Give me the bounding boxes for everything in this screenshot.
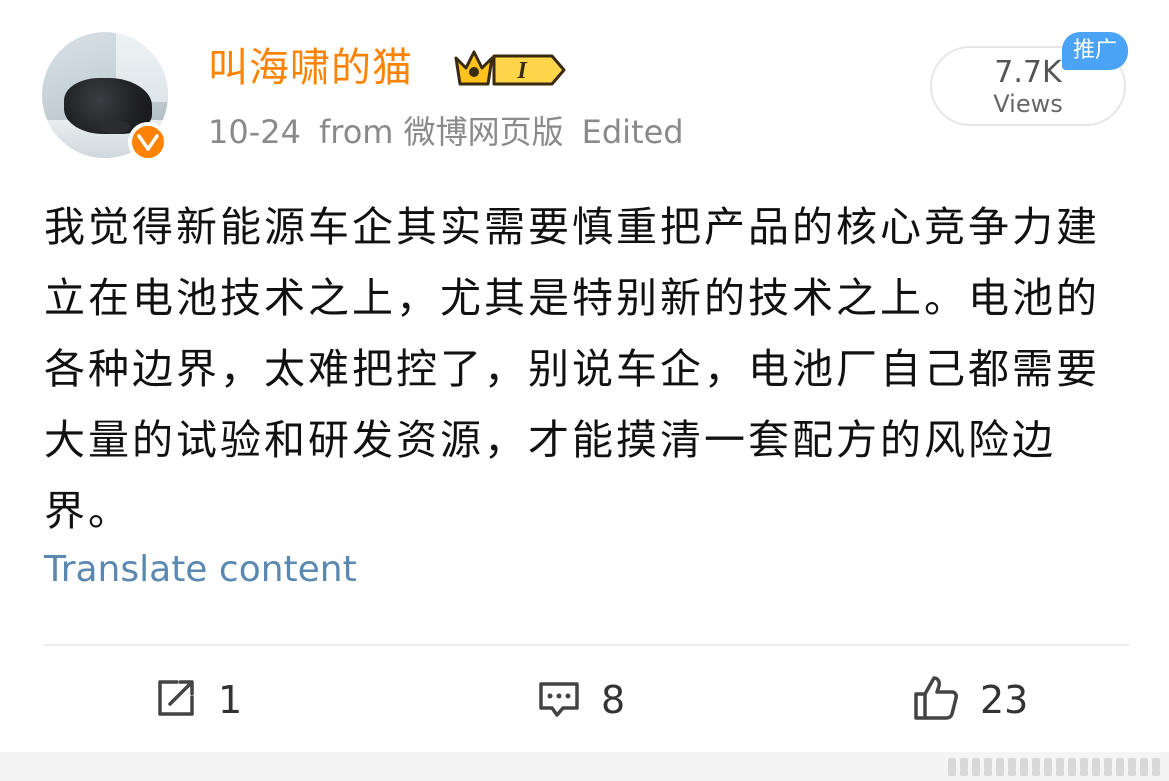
post-source: from 微博网页版 (318, 113, 564, 151)
username[interactable]: 叫海啸的猫 (208, 44, 413, 92)
views-label: Views (993, 90, 1063, 118)
comment-count: 8 (601, 678, 626, 722)
edited-label[interactable]: Edited (582, 113, 684, 151)
divider (44, 644, 1129, 646)
like-button[interactable]: 23 (912, 672, 1028, 728)
avatar-cat-paw (100, 120, 130, 134)
repost-count: 1 (218, 678, 243, 722)
comment-icon (537, 676, 581, 724)
post-date: 10-24 (208, 113, 301, 151)
post-meta: 10-24 from 微博网页版 Edited (208, 110, 702, 154)
comment-button[interactable]: 8 (537, 672, 625, 728)
translate-content-link[interactable]: Translate content (44, 548, 357, 592)
level-label: I (516, 58, 528, 84)
thumbs-up-icon (912, 674, 960, 726)
post-body-text: 我觉得新能源车企其实需要慎重把产品的核心竞争力建立在电池技术之上，尤其是特别新的… (44, 203, 1100, 535)
promote-tag[interactable]: 推广 (1062, 32, 1128, 70)
watermark (920, 756, 1160, 778)
like-count: 23 (980, 678, 1029, 722)
verified-badge-icon (128, 122, 168, 162)
weibo-post-card: 叫海啸的猫 I 10-24 from 微博网页版 Edited 7.7K Views… (0, 0, 1169, 781)
crown-icon[interactable]: I (452, 44, 570, 92)
repost-icon (154, 676, 198, 724)
repost-button[interactable]: 1 (154, 672, 242, 728)
